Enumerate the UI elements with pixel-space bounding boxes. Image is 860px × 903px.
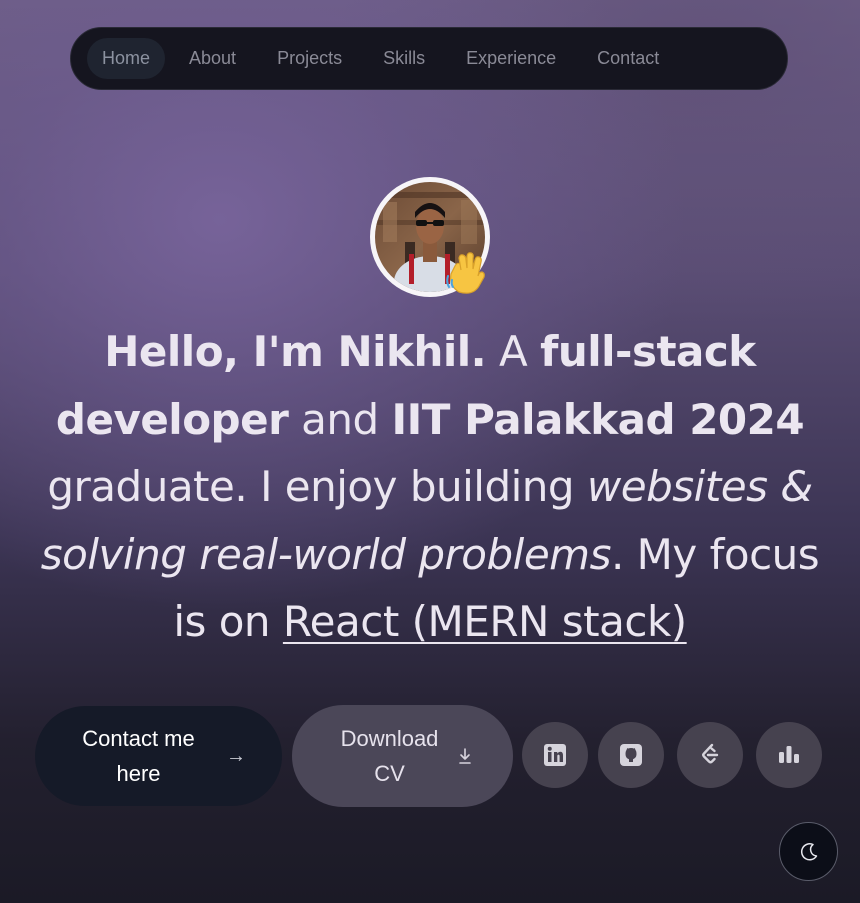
github-link[interactable] [598, 722, 664, 788]
arrow-right-icon: → [226, 744, 246, 767]
headline-text: graduate. I enjoy building [47, 462, 587, 511]
github-icon [620, 744, 642, 766]
nav-experience[interactable]: Experience [451, 38, 571, 79]
nav-about[interactable]: About [174, 38, 251, 79]
leetcode-icon [702, 743, 719, 764]
headline-text: A [486, 327, 541, 376]
nav-contact[interactable]: Contact [582, 38, 674, 79]
headline-school: IIT Palakkad 2024 [391, 394, 805, 444]
main-nav: Home About Projects Skills Experience Co… [70, 27, 788, 90]
contact-button[interactable]: Contact me here → [35, 706, 282, 806]
download-cv-button[interactable]: Download CV [292, 705, 513, 807]
theme-toggle-button[interactable] [779, 822, 838, 881]
stats-link[interactable] [756, 722, 822, 788]
nav-skills[interactable]: Skills [368, 38, 440, 79]
moon-icon [800, 842, 817, 860]
bar-chart-icon [779, 746, 799, 763]
waving-hand-emoji [445, 250, 487, 296]
nav-home[interactable]: Home [87, 38, 166, 79]
linkedin-icon [544, 744, 566, 766]
hero-headline: Hello, I'm Nikhil. A full-stack develope… [30, 318, 830, 656]
leetcode-link[interactable] [677, 722, 743, 788]
headline-text: and [288, 394, 392, 444]
linkedin-link[interactable] [522, 722, 588, 788]
download-icon [458, 748, 471, 764]
headline-focus-link[interactable]: React (MERN stack) [283, 597, 687, 646]
nav-projects[interactable]: Projects [262, 38, 357, 79]
download-cv-label: Download CV [340, 726, 439, 786]
headline-name: Hello, I'm Nikhil. [104, 327, 487, 376]
contact-button-label: Contact me here [82, 726, 195, 786]
